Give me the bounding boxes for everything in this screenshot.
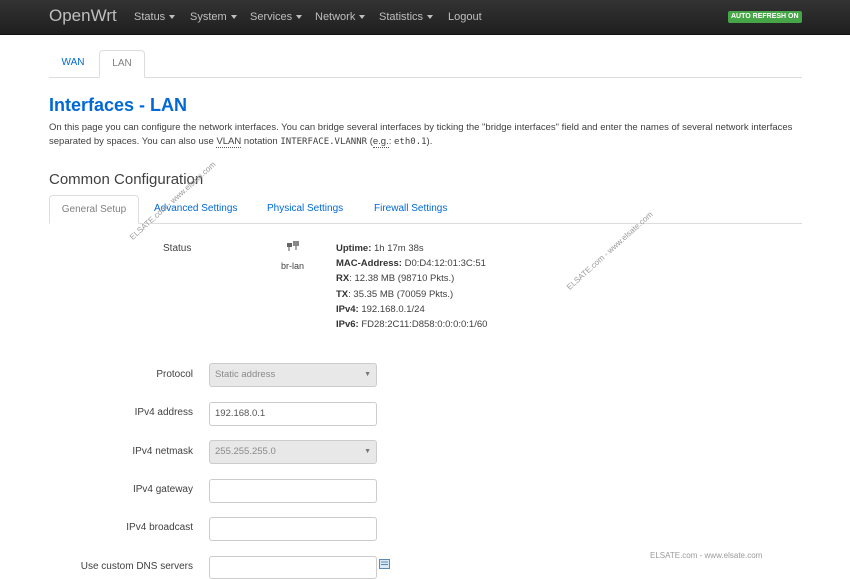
menu-statistics[interactable]: Statistics (379, 11, 434, 23)
ipv4-broadcast-label: IPv4 broadcast (126, 522, 193, 533)
ipv4-address-label: IPv4 address (134, 407, 193, 418)
page-title: Interfaces - LAN (49, 95, 188, 115)
ipv6-row: IPv6: FD28:2C11:D858:0:0:0:0:1/60 (336, 317, 487, 332)
desc-code: INTERFACE.VLANNR (280, 137, 368, 147)
ipv4-value: 192.168.0.1/24 (361, 303, 425, 315)
tab-wan[interactable]: WAN (49, 50, 97, 78)
tx-row: TX: 35.35 MB (70059 Pkts.) (336, 287, 487, 302)
caret-down-icon (169, 15, 176, 20)
tab-firewall-settings[interactable]: Firewall Settings (374, 195, 447, 224)
top-navbar: OpenWrt Status System Services Network S… (0, 0, 850, 35)
select-arrow-icon: ▼ (364, 448, 371, 455)
ipv4-address-input[interactable]: 192.168.0.1 (209, 402, 377, 426)
ipv4-netmask-select[interactable]: 255.255.255.0 ▼ (209, 440, 377, 464)
mac-label: MAC-Address: (336, 258, 402, 270)
rx-row: RX: 12.38 MB (98710 Pkts.) (336, 271, 487, 286)
auto-refresh-badge[interactable]: AUTO REFRESH ON (728, 11, 802, 23)
desc-eg-abbr: e.g. (372, 136, 389, 148)
menu-system-label: System (190, 11, 227, 23)
ipv4-gateway-input[interactable] (209, 479, 377, 503)
ipv4-netmask-label: IPv4 netmask (132, 446, 193, 457)
uptime-value: 1h 17m 38s (374, 243, 424, 254)
protocol-select[interactable]: Static address ▼ (209, 363, 377, 387)
desc-text: notation (241, 136, 281, 147)
menu-logout[interactable]: Logout (448, 11, 482, 23)
select-arrow-icon: ▼ (364, 371, 371, 378)
menu-status[interactable]: Status (134, 11, 176, 23)
mac-value: D0:D4:12:01:3C:51 (404, 258, 486, 270)
protocol-value: Static address (215, 369, 276, 380)
uptime-row: Uptime: 1h 17m 38s (336, 241, 487, 256)
protocol-label: Protocol (156, 369, 193, 380)
menu-network[interactable]: Network (315, 11, 366, 23)
ipv6-value: FD28:2C11:D858:0:0:0:0:1/60 (361, 319, 488, 331)
status-label: Status (163, 243, 192, 254)
rx-value: : 12.38 MB (98710 Pkts.) (349, 273, 455, 285)
caret-down-icon (296, 15, 303, 20)
page-description: On this page you can configure the netwo… (49, 121, 809, 149)
tab-lan[interactable]: LAN (99, 50, 145, 78)
brand-logo[interactable]: OpenWrt (49, 6, 117, 26)
dns-servers-input[interactable] (209, 556, 377, 579)
menu-network-label: Network (315, 11, 356, 23)
bridge-icon (287, 241, 299, 251)
caret-down-icon (359, 15, 366, 20)
netmask-value: 255.255.255.0 (215, 446, 276, 457)
section-title: Common Configuration (49, 171, 204, 188)
tx-value: : 35.35 MB (70059 Pkts.) (348, 288, 454, 300)
watermark: ELSATE.com - www.elsate.com (650, 551, 763, 560)
caret-down-icon (427, 15, 434, 20)
uptime-label: Uptime: (336, 243, 372, 254)
rx-label: RX (336, 273, 350, 285)
ipv4-label: IPv4: (336, 303, 359, 315)
menu-services-label: Services (250, 11, 293, 23)
desc-text: ( (367, 136, 373, 147)
device-name: br-lan (281, 261, 305, 271)
menu-statistics-label: Statistics (379, 11, 424, 23)
ipv4-row: IPv4: 192.168.0.1/24 (336, 302, 487, 317)
menu-status-label: Status (134, 11, 166, 23)
ipv4-broadcast-input[interactable] (209, 517, 377, 541)
mac-row: MAC-Address: D0:D4:12:01:3C:51 (336, 256, 487, 271)
desc-vlan-abbr: VLAN (216, 136, 242, 148)
menu-services[interactable]: Services (250, 11, 303, 23)
add-entry-icon[interactable] (379, 559, 390, 569)
ipv6-label: IPv6: (336, 319, 359, 331)
interface-status: Uptime: 1h 17m 38s MAC-Address: D0:D4:12… (336, 241, 487, 332)
menu-system[interactable]: System (190, 11, 237, 23)
ipv4-gateway-label: IPv4 gateway (132, 484, 193, 495)
tabs-divider (49, 77, 802, 78)
tab-general-setup[interactable]: General Setup (49, 195, 139, 224)
dns-servers-label: Use custom DNS servers (80, 561, 193, 572)
desc-code: eth0.1 (394, 137, 427, 147)
tab-physical-settings[interactable]: Physical Settings (267, 195, 343, 224)
caret-down-icon (230, 15, 237, 20)
tx-label: TX (336, 288, 349, 300)
desc-text: ). (426, 136, 433, 147)
